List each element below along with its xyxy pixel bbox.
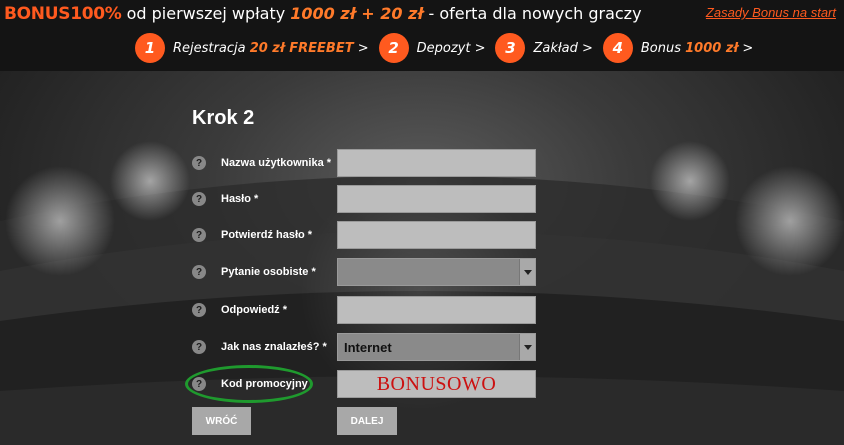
help-icon[interactable]: ? [192, 156, 206, 170]
promo-mid-text: od pierwszej wpłaty [121, 4, 291, 23]
step-label: Rejestracja [173, 40, 250, 56]
bonus-label: BONUS [4, 4, 71, 24]
username-label: Nazwa użytkownika * [221, 157, 332, 169]
referral-source-row: ? Jak nas znalazłeś? * Internet [192, 333, 536, 363]
step-highlight: 20 zł FREEBET [249, 40, 354, 56]
step-bet: 3 Zakład > [495, 33, 593, 63]
help-icon[interactable]: ? [192, 340, 206, 354]
next-button[interactable]: DALEJ [337, 407, 397, 435]
step-deposit: 2 Depozyt > [378, 33, 486, 63]
answer-input[interactable] [337, 296, 536, 324]
step-arrow: > [353, 40, 369, 56]
step-registration: 1 Rejestracja 20 zł FREEBET > [135, 33, 369, 63]
step-number: 1 [135, 33, 165, 63]
bonus-rules-link[interactable]: Zasady Bonus na start [706, 5, 836, 20]
security-question-row: ? Pytanie osobiste * [192, 258, 536, 288]
promo-code-value: BONUSOWO [376, 372, 497, 395]
step-label: Bonus [640, 40, 686, 56]
username-row: ? Nazwa użytkownika * [192, 149, 536, 179]
promo-end-text: - oferta dla nowych graczy [423, 4, 642, 23]
help-icon[interactable]: ? [192, 265, 206, 279]
step-number: 4 [602, 33, 633, 63]
answer-label: Odpowiedź * [221, 304, 287, 316]
help-icon[interactable]: ? [192, 228, 206, 242]
step-number: 2 [378, 33, 409, 63]
security-question-label: Pytanie osobiste * [221, 266, 316, 278]
promo-text: BONUS100% od pierwszej wpłaty 1000 zł + … [4, 4, 642, 28]
step-arrow: > [738, 40, 754, 56]
step-arrow: > [470, 40, 486, 56]
answer-row: ? Odpowiedź * [192, 296, 536, 326]
bonus-percent: 100% [70, 4, 122, 24]
confirm-password-row: ? Potwierdź hasło * [192, 221, 536, 251]
step-label: Depozyt [416, 40, 471, 56]
step-label: Zakład [533, 40, 578, 56]
password-input[interactable] [337, 185, 536, 213]
page-title: Krok 2 [192, 107, 255, 129]
help-icon[interactable]: ? [192, 192, 206, 206]
chevron-down-icon[interactable] [519, 334, 535, 360]
security-question-select[interactable] [337, 258, 536, 286]
promo-banner: BONUS100% od pierwszej wpłaty 1000 zł + … [0, 0, 844, 71]
confirm-password-label: Potwierdź hasło * [221, 229, 313, 241]
step-number: 3 [495, 33, 526, 63]
promo-code-highlight-circle [185, 365, 313, 403]
referral-source-label: Jak nas znalazłeś? * [221, 341, 327, 353]
referral-source-select[interactable]: Internet [337, 333, 536, 361]
bonus-steps: 1 Rejestracja 20 zł FREEBET > 2 Depozyt … [135, 33, 763, 63]
confirm-password-input[interactable] [337, 221, 536, 249]
registration-stage: Krok 2 ? Nazwa użytkownika * ? Hasło * ?… [0, 71, 844, 445]
password-label: Hasło * [221, 193, 259, 205]
username-input[interactable] [337, 149, 536, 177]
promo-amount: 1000 zł + 20 zł [290, 4, 424, 23]
step-highlight: 1000 zł [685, 40, 739, 56]
promo-code-input[interactable]: BONUSOWO [337, 370, 536, 398]
password-row: ? Hasło * [192, 185, 536, 215]
back-button[interactable]: WRÓĆ [192, 407, 251, 435]
step-arrow: > [577, 40, 593, 56]
step-bonus: 4 Bonus 1000 zł > [602, 33, 754, 63]
chevron-down-icon[interactable] [519, 259, 535, 285]
help-icon[interactable]: ? [192, 303, 206, 317]
